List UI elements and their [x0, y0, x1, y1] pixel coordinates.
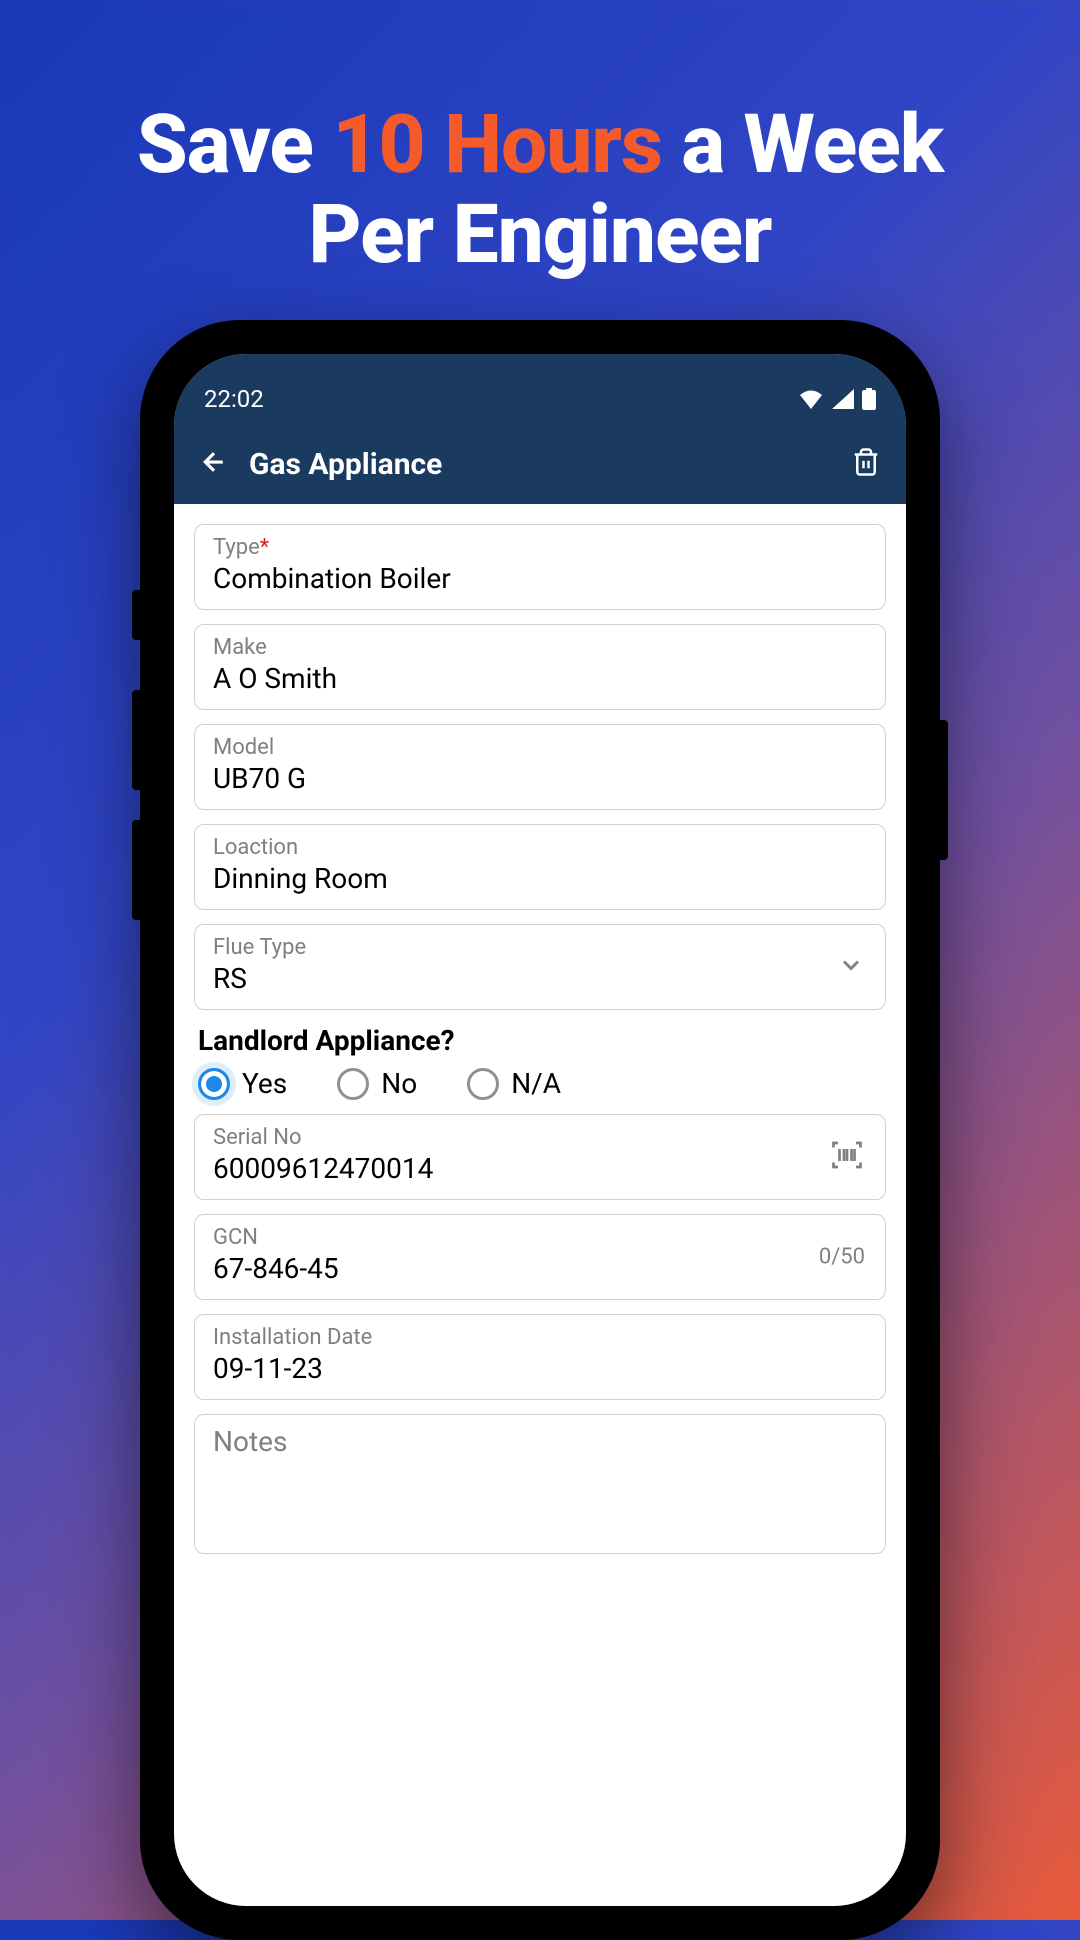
serial-no-field[interactable]: Serial No 60009612470014	[194, 1114, 886, 1200]
field-value: Dinning Room	[213, 862, 867, 895]
chevron-down-icon	[837, 951, 865, 983]
headline-highlight: 10 Hours	[332, 97, 662, 193]
install-date-field[interactable]: Installation Date 09-11-23	[194, 1314, 886, 1400]
marketing-headline: Save 10 Hours a Week Per Engineer	[0, 0, 1080, 280]
radio-icon	[337, 1068, 369, 1100]
model-field[interactable]: Model UB70 G	[194, 724, 886, 810]
field-value: RS	[213, 962, 867, 995]
radio-icon	[198, 1068, 230, 1100]
field-value: 09-11-23	[213, 1352, 867, 1385]
phone-button	[132, 690, 140, 790]
app-header: Gas Appliance	[174, 424, 906, 504]
page-title: Gas Appliance	[249, 447, 831, 482]
field-label: Type*	[213, 535, 867, 560]
char-counter: 0/50	[819, 1245, 865, 1270]
gcn-field[interactable]: GCN 67-846-45 0/50	[194, 1214, 886, 1300]
make-field[interactable]: Make A O Smith	[194, 624, 886, 710]
radio-no[interactable]: No	[337, 1067, 417, 1100]
radio-na[interactable]: N/A	[467, 1067, 561, 1100]
field-value: Combination Boiler	[213, 562, 867, 595]
delete-button[interactable]	[851, 447, 881, 481]
notes-field[interactable]: Notes	[194, 1414, 886, 1554]
radio-label: Yes	[242, 1067, 287, 1100]
field-value: 67-846-45	[213, 1252, 867, 1285]
field-label: Installation Date	[213, 1325, 867, 1350]
arrow-left-icon	[199, 447, 229, 477]
headline-part2: a Week	[662, 97, 943, 193]
field-label: GCN	[213, 1225, 867, 1250]
field-placeholder: Notes	[213, 1425, 287, 1458]
field-value: UB70 G	[213, 762, 867, 795]
field-label: Model	[213, 735, 867, 760]
location-field[interactable]: Loaction Dinning Room	[194, 824, 886, 910]
app-screen: 22:02 Gas Appliance Type*	[174, 354, 906, 1906]
status-icons	[798, 388, 876, 410]
radio-label: No	[381, 1067, 417, 1100]
phone-button	[132, 820, 140, 920]
wifi-icon	[798, 389, 824, 409]
form: Type* Combination Boiler Make A O Smith …	[174, 504, 906, 1574]
battery-icon	[862, 388, 876, 410]
phone-button	[132, 590, 140, 640]
field-value: A O Smith	[213, 662, 867, 695]
field-label: Flue Type	[213, 935, 867, 960]
radio-icon	[467, 1068, 499, 1100]
landlord-radio-group: Yes No N/A	[194, 1067, 886, 1100]
field-label: Serial No	[213, 1125, 867, 1150]
type-field[interactable]: Type* Combination Boiler	[194, 524, 886, 610]
field-value: 60009612470014	[213, 1152, 867, 1185]
landlord-question-label: Landlord Appliance?	[194, 1024, 886, 1057]
phone-button	[940, 720, 948, 860]
field-label: Loaction	[213, 835, 867, 860]
phone-mockup: 22:02 Gas Appliance Type*	[140, 320, 940, 1940]
back-button[interactable]	[199, 447, 229, 481]
status-bar: 22:02	[174, 354, 906, 424]
radio-yes[interactable]: Yes	[198, 1067, 287, 1100]
radio-label: N/A	[511, 1067, 561, 1100]
headline-part1: Save	[137, 97, 332, 193]
signal-icon	[832, 389, 854, 409]
field-label: Make	[213, 635, 867, 660]
headline-line2: Per Engineer	[309, 187, 772, 283]
flue-type-field[interactable]: Flue Type RS	[194, 924, 886, 1010]
status-time: 22:02	[204, 385, 264, 413]
trash-icon	[851, 447, 881, 477]
barcode-scan-button[interactable]	[829, 1137, 865, 1177]
barcode-icon	[829, 1137, 865, 1173]
